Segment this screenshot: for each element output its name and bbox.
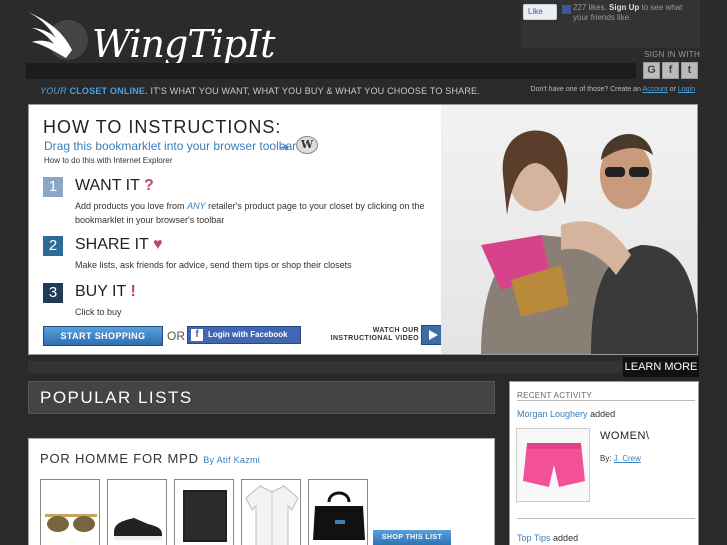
step-title-text: SHARE IT [75,236,149,253]
step-number: 2 [43,236,63,256]
list-card: POR HOMME FOR MPD By Atif Kazmi SHOP THI… [28,438,495,545]
step-title: SHARE IT ♥ [75,236,162,254]
bookmarklet-icon[interactable]: W [296,136,318,154]
list-item[interactable] [107,479,167,545]
step-title: WANT IT ? [75,177,154,195]
activity-item-image[interactable] [516,428,590,502]
start-shopping-button[interactable]: START SHOPPING [43,326,163,346]
login-link[interactable]: Login [678,86,695,93]
list-title-text[interactable]: POR HOMME FOR MPD [40,451,199,466]
facebook-like-text: 227 likes. Sign Up to see what your frie… [573,3,697,23]
heart-icon: ♥ [152,236,163,253]
sneaker-icon [114,518,162,540]
activity-line: Morgan Loughery added [517,409,615,419]
tagline: YOUR CLOSET ONLINE. IT'S WHAT YOU WANT, … [40,86,480,96]
signup-link[interactable]: Sign Up [609,3,639,12]
activity-item-brand: By: J. Crew [600,454,641,463]
likes-count: 227 likes. [573,3,607,12]
hero-title: HOW TO INSTRUCTIONS: [43,117,282,137]
shirt-icon [245,485,299,545]
or-separator: OR [167,329,185,343]
list-thumbnails [40,479,368,545]
popular-lists-title: POPULAR LISTS [40,388,193,407]
bag-icon [313,491,365,540]
site-logo[interactable]: WingTipIt [26,8,275,70]
couple-photo [481,130,697,354]
signin-label: SIGN IN WITH [644,50,701,59]
tagline-rest: IT'S WHAT YOU WANT, WHAT YOU BUY & WHAT … [150,86,480,96]
signin-icons: G f t [643,62,698,79]
activity-action: added [590,409,616,419]
hero-photo [441,105,697,354]
create-account-link[interactable]: Account [642,86,667,93]
divider [517,400,695,401]
user-link[interactable]: Morgan Loughery [517,409,588,419]
list-title[interactable]: POR HOMME FOR MPD By Atif Kazmi [40,451,260,466]
facebook-icon[interactable]: f [662,62,679,79]
shop-this-list-button[interactable]: SHOP THIS LIST [373,530,451,545]
how-to-panel: HOW TO INSTRUCTIONS: Drag this bookmarkl… [28,104,698,355]
activity-item-title[interactable]: WOMEN\ [600,430,649,442]
list-author-link[interactable]: By Atif Kazmi [203,455,260,465]
step-desc-emphasis: ANY [187,201,206,211]
shorts-icon [523,443,585,487]
learn-more-button[interactable]: LEARN MORE [623,357,699,377]
learn-more-strip [28,361,622,373]
step-title-text: BUY IT [75,283,126,300]
like-label: Like [528,7,543,16]
step-title: BUY IT ! [75,283,136,301]
list-item[interactable] [241,479,301,545]
facebook-login-label: Login with Facebook [208,330,288,339]
google-icon[interactable]: G [643,62,660,79]
nav-strip [26,63,636,79]
tagline-closet: CLOSET ONLINE. [69,86,148,96]
facebook-like-box: Like 227 likes. Sign Up to see what your… [521,0,700,48]
divider [517,518,695,519]
list-item[interactable] [40,479,100,545]
account-prompt: Don't have one of those? Create an Accou… [531,86,695,93]
step-desc-pre: Add products you love from [75,201,185,211]
list-item[interactable] [174,479,234,545]
arrow-right-icon: ➜ [280,142,290,154]
step-description: Make lists, ask friends for advice, send… [75,260,352,270]
watch-video-label[interactable]: WATCH OUR INSTRUCTIONAL VIDEO [313,327,419,343]
logo-text: WingTipIt [92,22,275,66]
twitter-icon[interactable]: t [681,62,698,79]
list-item[interactable] [308,479,368,545]
facebook-login-button[interactable]: f Login with Facebook [187,326,301,344]
question-icon: ? [144,177,154,194]
play-icon[interactable] [421,325,443,345]
account-prompt-text: Don't have one of those? Create an [530,86,641,93]
facebook-like-button[interactable]: Like [523,4,557,20]
wallet-icon [183,490,227,542]
recent-activity-title: RECENT ACTIVITY [517,391,593,400]
by-label: By: [600,454,612,463]
step-title-text: WANT IT [75,177,140,194]
activity-action: added [553,533,579,543]
activity-line: Top Tips added [517,533,578,543]
facebook-mini-icon [562,5,571,14]
recent-activity-panel: RECENT ACTIVITY Morgan Loughery added WO… [509,381,699,545]
step-description: Add products you love from ANY retailer'… [75,199,435,227]
sunglasses-icon [45,514,97,532]
or-word: or [669,86,676,93]
bookmarklet-instructions: Drag this bookmarklet into your browser … [44,139,297,153]
popular-lists-header: POPULAR LISTS [28,381,495,414]
step-number: 3 [43,283,63,303]
ie-instructions-link[interactable]: How to do this with Internet Explorer [44,156,173,165]
cta-row: START SHOPPING OR f Login with Facebook … [43,325,453,346]
exclamation-icon: ! [130,283,136,300]
step-description: Click to buy [75,307,122,317]
facebook-icon: f [191,329,203,341]
wing-icon [28,12,88,60]
tagline-your: YOUR [40,86,67,96]
brand-link[interactable]: J. Crew [614,454,641,463]
user-link[interactable]: Top Tips [517,533,551,543]
step-number: 1 [43,177,63,197]
